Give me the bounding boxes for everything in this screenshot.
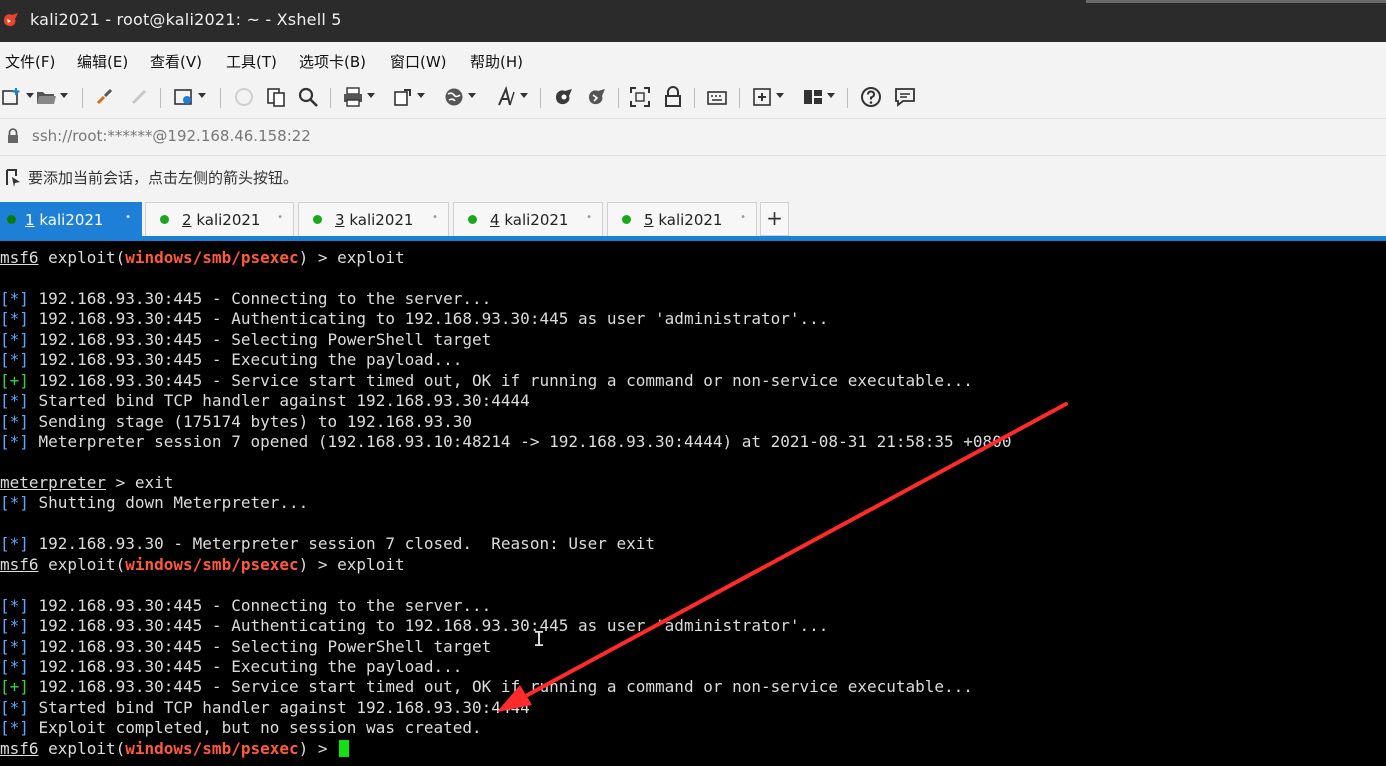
lock-icon[interactable] [661, 85, 685, 109]
tab-4[interactable]: 4 kali2021 • [453, 202, 603, 236]
tab-label: kali2021 [504, 211, 569, 229]
toolbar-separator [540, 88, 541, 108]
tab-number: 2 [182, 211, 192, 229]
tab-1[interactable]: 1 kali2021 • [0, 202, 142, 236]
copy-disabled-icon[interactable] [232, 85, 256, 109]
title-bar: kali2021 - root@kali2021: ~ - Xshell 5 [0, 0, 1386, 42]
status-dot [468, 215, 477, 224]
find-icon[interactable] [296, 85, 320, 109]
tab-5[interactable]: 5 kali2021 • [607, 202, 757, 236]
chat-icon[interactable] [893, 85, 917, 109]
menu-help[interactable]: 帮助(H) [470, 51, 523, 72]
toolbar-separator [160, 88, 161, 108]
tab-number: 4 [490, 211, 500, 229]
font-icon[interactable] [494, 85, 528, 109]
menu-tools[interactable]: 工具(T) [226, 51, 277, 72]
menu-edit[interactable]: 编辑(E) [77, 51, 128, 72]
annotation-arrow [497, 402, 1068, 712]
toolbar-separator [847, 88, 848, 108]
menu-tabs[interactable]: 选项卡(B) [299, 51, 366, 72]
menu-file[interactable]: 文件(F) [5, 51, 55, 72]
fullscreen-icon[interactable] [628, 85, 652, 109]
print-icon[interactable] [341, 85, 375, 109]
disconnect-icon[interactable] [127, 85, 151, 109]
xmanager-icon[interactable] [585, 85, 609, 109]
tab-label: kali2021 [658, 211, 723, 229]
open-folder-icon[interactable] [34, 85, 68, 109]
hint-bar: 要添加当前会话，点击左侧的箭头按钮。 [0, 155, 1386, 199]
tab-close-icon[interactable]: • [740, 212, 746, 223]
keyboard-icon[interactable] [705, 85, 729, 109]
compose-icon[interactable] [750, 85, 784, 109]
status-dot [160, 215, 169, 224]
tab-number: 3 [335, 211, 345, 229]
layout-icon[interactable] [801, 85, 835, 109]
lock-icon [6, 128, 20, 148]
tab-2[interactable]: 2 kali2021 • [145, 202, 294, 236]
toolbar-separator [220, 88, 221, 108]
tab-close-icon[interactable]: • [586, 212, 592, 223]
tab-close-icon[interactable]: • [432, 212, 438, 223]
toolbar-separator [618, 88, 619, 108]
paste-icon[interactable] [264, 85, 288, 109]
tab-label: kali2021 [196, 211, 261, 229]
title-bar-edge [1086, 0, 1386, 3]
hint-text: 要添加当前会话，点击左侧的箭头按钮。 [28, 169, 299, 187]
tab-3[interactable]: 3 kali2021 • [298, 202, 449, 236]
xftp-icon[interactable] [552, 85, 576, 109]
new-session-icon[interactable] [0, 85, 34, 109]
menu-window[interactable]: 窗口(W) [390, 51, 447, 72]
transfer-icon[interactable] [391, 85, 425, 109]
xshell-logo-icon [2, 11, 20, 29]
tab-label: kali2021 [39, 211, 104, 229]
help-icon[interactable] [859, 85, 883, 109]
toolbar-separator [739, 88, 740, 108]
address-bar[interactable]: ssh://root:******@192.168.46.158:22 [0, 118, 1386, 155]
window-title: kali2021 - root@kali2021: ~ - Xshell 5 [30, 10, 342, 29]
terminal-output[interactable]: I msf6 exploit(windows/smb/psexec) > exp… [0, 241, 1386, 766]
add-session-arrow-icon[interactable] [4, 168, 24, 192]
status-dot [7, 215, 16, 224]
toolbar [0, 76, 1386, 118]
menu-bar: 文件(F) 编辑(E) 查看(V) 工具(T) 选项卡(B) 窗口(W) 帮助(… [0, 42, 1386, 76]
status-dot [313, 215, 322, 224]
menu-view[interactable]: 查看(V) [150, 51, 202, 72]
tab-close-icon[interactable]: • [277, 212, 283, 223]
toolbar-separator [330, 88, 331, 108]
status-dot [622, 215, 631, 224]
properties-icon[interactable] [172, 85, 206, 109]
reconnect-icon[interactable] [93, 85, 117, 109]
toolbar-separator [82, 88, 83, 108]
tab-bar: 1 kali2021 • 2 kali2021 • 3 kali2021 • 4… [0, 198, 1386, 236]
tab-number: 5 [644, 211, 654, 229]
tab-number: 1 [25, 211, 35, 229]
session-address[interactable]: ssh://root:******@192.168.46.158:22 [32, 127, 311, 145]
tab-close-icon[interactable]: • [125, 212, 131, 223]
new-tab-button[interactable]: + [760, 202, 789, 236]
tab-label: kali2021 [349, 211, 414, 229]
globe-icon[interactable] [442, 85, 476, 109]
toolbar-separator [694, 88, 695, 108]
